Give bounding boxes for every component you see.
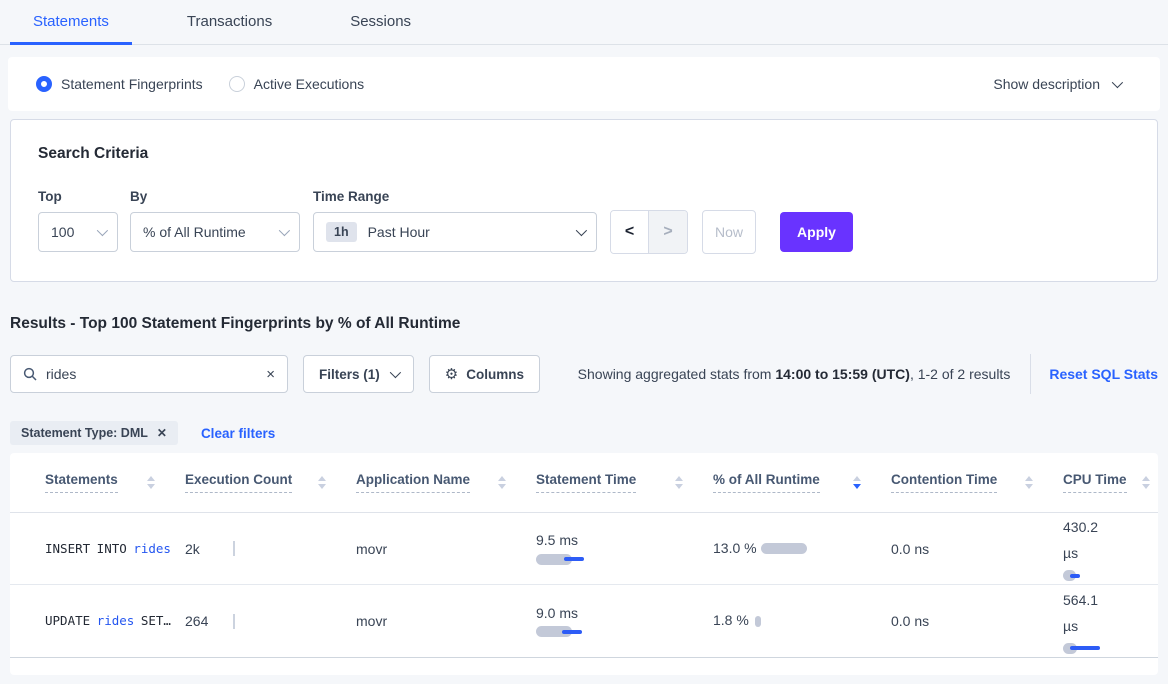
header-application-name: Application Name xyxy=(356,472,536,493)
divider xyxy=(1030,354,1031,394)
chevron-down-icon xyxy=(390,367,401,378)
contention-time-cell: 0.0 ns xyxy=(891,541,1063,557)
header-statement-time: Statement Time xyxy=(536,472,713,493)
search-input[interactable] xyxy=(46,366,266,382)
cpu-time-cell: 564.1 µs xyxy=(1063,588,1158,655)
header-percent-runtime: % of All Runtime xyxy=(713,472,891,493)
header-contention-time: Contention Time xyxy=(891,472,1063,493)
chevron-down-icon xyxy=(1112,77,1123,88)
time-range-select[interactable]: 1h Past Hour xyxy=(313,212,597,252)
sort-control[interactable] xyxy=(1025,476,1033,489)
results-heading: Results - Top 100 Statement Fingerprints… xyxy=(10,315,1158,333)
execution-count-cell: 2k xyxy=(185,541,356,557)
show-description-label: Show description xyxy=(993,76,1100,92)
radio-unselected-icon xyxy=(229,76,245,92)
header-statements: Statements xyxy=(45,472,185,493)
chevron-down-icon xyxy=(97,225,108,236)
cpu-bar xyxy=(1063,570,1158,582)
search-icon xyxy=(23,367,37,381)
by-label: By xyxy=(130,189,300,204)
results-controls-row: × Filters (1) ⚙ Columns Showing aggregat… xyxy=(10,354,1158,394)
tab-bar: Statements Transactions Sessions xyxy=(0,0,1168,45)
table-row: UPDATE rides SET… 264 movr 9.0 ms 1.8 % xyxy=(10,585,1158,658)
latency-bar xyxy=(536,553,713,565)
radio-label: Statement Fingerprints xyxy=(61,76,203,92)
sort-control[interactable] xyxy=(318,476,326,489)
filters-label: Filters (1) xyxy=(319,367,380,382)
sort-control-active[interactable] xyxy=(853,476,861,489)
time-range-value: Past Hour xyxy=(368,224,564,240)
tab-statements[interactable]: Statements xyxy=(10,0,132,45)
table-header-row: Statements Execution Count Application N… xyxy=(10,453,1158,513)
filter-chip-statement-type[interactable]: Statement Type: DML ✕ xyxy=(10,421,178,445)
search-criteria-panel: Search Criteria Top 100 By % of All Runt… xyxy=(10,119,1158,282)
application-name-cell: movr xyxy=(356,541,536,557)
top-label: Top xyxy=(38,189,118,204)
top-value: 100 xyxy=(51,224,85,240)
radio-statement-fingerprints[interactable]: Statement Fingerprints xyxy=(36,76,203,92)
count-bar xyxy=(233,541,235,556)
time-range-field: Time Range 1h Past Hour xyxy=(300,189,597,252)
tab-sessions[interactable]: Sessions xyxy=(327,0,434,45)
runtime-bar xyxy=(761,543,807,555)
gear-icon: ⚙ xyxy=(445,365,458,383)
clear-filters-link[interactable]: Clear filters xyxy=(201,426,275,441)
search-criteria-title: Search Criteria xyxy=(38,145,1130,163)
search-box[interactable]: × xyxy=(10,355,288,393)
statement-link[interactable]: rides xyxy=(133,541,171,556)
by-select[interactable]: % of All Runtime xyxy=(130,212,300,252)
execution-count-cell: 264 xyxy=(185,613,356,629)
radio-selected-icon xyxy=(36,76,52,92)
reset-sql-stats-link[interactable]: Reset SQL Stats xyxy=(1049,366,1158,382)
header-execution-count: Execution Count xyxy=(185,472,356,493)
radio-active-executions[interactable]: Active Executions xyxy=(229,76,365,92)
filter-chip-row: Statement Type: DML ✕ Clear filters xyxy=(10,421,1158,445)
cpu-bar xyxy=(1063,642,1158,654)
sort-control[interactable] xyxy=(147,476,155,489)
header-cpu-time: CPU Time xyxy=(1063,472,1158,493)
columns-button[interactable]: ⚙ Columns xyxy=(429,355,540,393)
view-toggle-panel: Statement Fingerprints Active Executions… xyxy=(8,57,1160,111)
apply-button[interactable]: Apply xyxy=(780,212,853,252)
top-field: Top 100 xyxy=(38,189,118,252)
statement-fingerprint-cell: INSERT INTO rides xyxy=(45,539,185,558)
count-bar xyxy=(233,614,235,629)
runtime-percent-cell: 1.8 % xyxy=(713,610,891,632)
sort-control[interactable] xyxy=(1142,476,1150,489)
chevron-down-icon xyxy=(279,225,290,236)
statements-table: Statements Execution Count Application N… xyxy=(10,453,1158,675)
cpu-time-cell: 430.2 µs xyxy=(1063,515,1158,582)
time-next-button[interactable]: > xyxy=(649,211,687,253)
columns-label: Columns xyxy=(466,367,524,382)
by-value: % of All Runtime xyxy=(143,224,267,240)
time-nav-group: < > xyxy=(610,210,688,254)
filters-button[interactable]: Filters (1) xyxy=(303,355,414,393)
latency-bar xyxy=(536,626,713,638)
time-range-badge: 1h xyxy=(326,222,357,242)
clear-search-icon[interactable]: × xyxy=(266,367,275,382)
time-prev-button[interactable]: < xyxy=(611,211,649,253)
statement-time-cell: 9.5 ms xyxy=(536,532,713,565)
table-row: INSERT INTO rides 2k movr 9.5 ms 13.0 % xyxy=(10,513,1158,585)
sort-control[interactable] xyxy=(675,476,683,489)
sort-control[interactable] xyxy=(498,476,506,489)
runtime-percent-cell: 13.0 % xyxy=(713,538,891,560)
now-button[interactable]: Now xyxy=(702,210,756,254)
time-range-label: Time Range xyxy=(313,189,597,204)
show-description-toggle[interactable]: Show description xyxy=(993,76,1120,92)
statement-time-cell: 9.0 ms xyxy=(536,605,713,638)
runtime-bar xyxy=(755,615,761,627)
by-field: By % of All Runtime xyxy=(118,189,300,252)
chevron-down-icon xyxy=(576,225,587,236)
contention-time-cell: 0.0 ns xyxy=(891,613,1063,629)
statement-fingerprint-cell: UPDATE rides SET… xyxy=(45,611,185,630)
chip-label: Statement Type: DML xyxy=(21,426,148,440)
tab-transactions[interactable]: Transactions xyxy=(164,0,295,45)
radio-label: Active Executions xyxy=(254,76,365,92)
statement-link[interactable]: rides xyxy=(97,613,135,628)
remove-chip-icon[interactable]: ✕ xyxy=(157,426,167,440)
application-name-cell: movr xyxy=(356,613,536,629)
top-select[interactable]: 100 xyxy=(38,212,118,252)
aggregated-stats-text: Showing aggregated stats from 14:00 to 1… xyxy=(578,366,1011,382)
